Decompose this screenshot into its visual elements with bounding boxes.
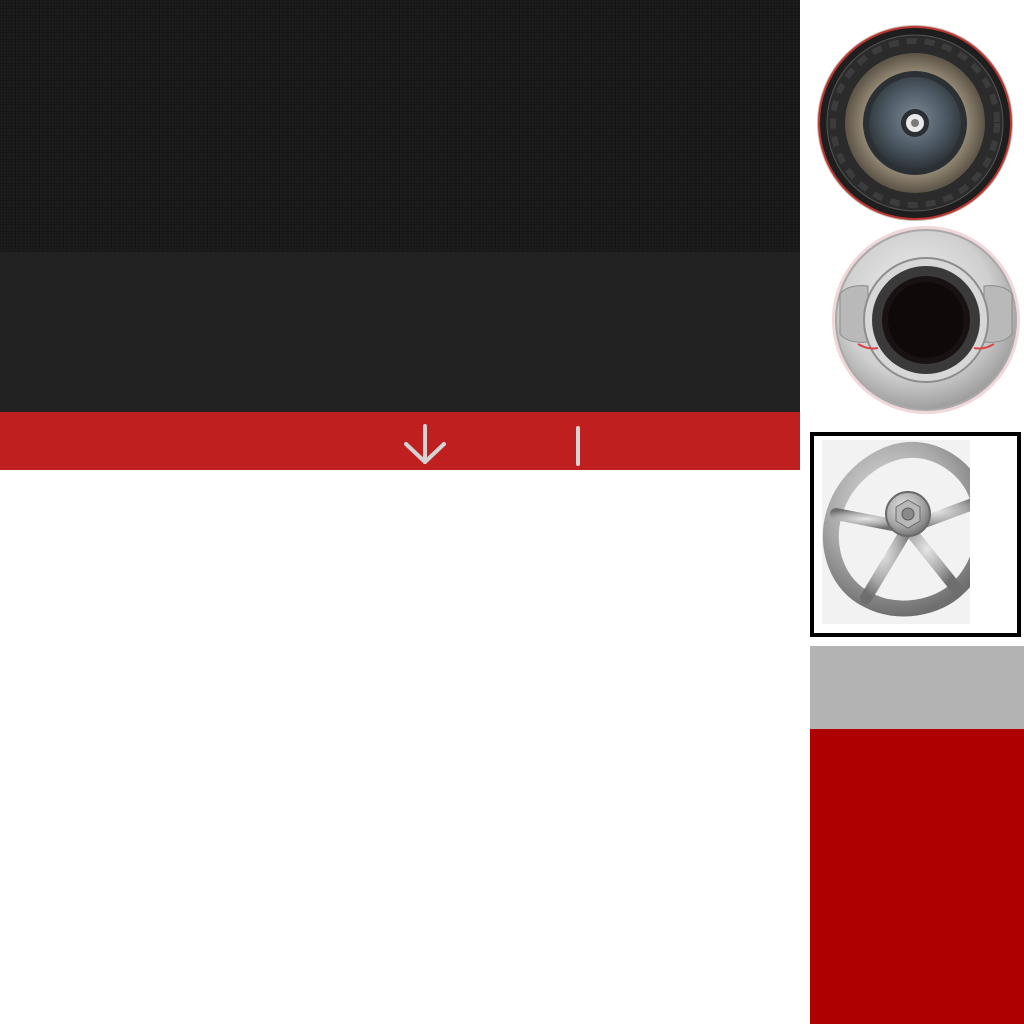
arrow-down-icon[interactable] [402, 424, 450, 466]
sprite-sheet [0, 0, 1024, 1024]
arrow-down-glyph [404, 424, 446, 464]
valve-handwheel-icon [822, 440, 970, 624]
red-color-swatch [810, 729, 1024, 1024]
storz-coupling-icon [832, 226, 1020, 414]
red-toolbar-band [0, 412, 800, 470]
divider-icon [576, 426, 580, 466]
dark-gray-panel [0, 252, 800, 412]
gray-color-swatch [810, 646, 1024, 729]
dark-texture-panel [0, 0, 800, 252]
hose-coupling-icon [817, 25, 1013, 221]
